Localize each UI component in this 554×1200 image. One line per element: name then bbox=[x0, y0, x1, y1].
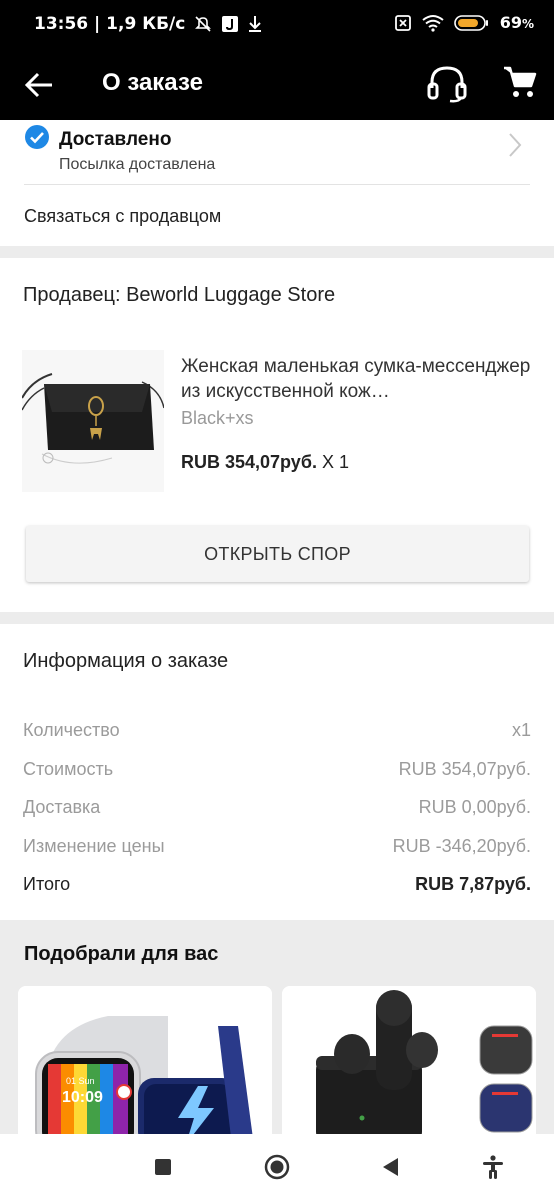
nav-back-icon[interactable] bbox=[378, 1154, 404, 1180]
earbuds-image bbox=[282, 986, 536, 1146]
product-image[interactable] bbox=[22, 350, 164, 492]
chevron-right-icon bbox=[509, 133, 522, 157]
check-circle-icon bbox=[25, 125, 49, 149]
status-bar-left: 13:56 | 1,9 КБ/с bbox=[34, 14, 263, 34]
order-status-row[interactable]: Доставлено Посылка доставлена bbox=[0, 120, 554, 184]
back-arrow-icon[interactable] bbox=[22, 68, 56, 102]
recommendations-title: Подобрали для вас bbox=[24, 943, 219, 965]
info-label: Количество bbox=[23, 720, 120, 740]
order-status-title: Доставлено bbox=[59, 129, 172, 150]
info-row-total: Итого RUB 7,87руб. bbox=[23, 874, 531, 898]
nav-recents-icon[interactable] bbox=[150, 1154, 176, 1180]
page-title: О заказе bbox=[102, 69, 203, 96]
smartwatch-image: 01 Sun 10:09 bbox=[18, 986, 272, 1146]
seller-name[interactable]: Продавец: Beworld Luggage Store bbox=[23, 284, 335, 307]
battery-icon bbox=[453, 14, 488, 31]
info-value: RUB 0,00руб. bbox=[418, 797, 531, 817]
order-info-title: Информация о заказе bbox=[23, 650, 229, 672]
info-label: Доставка bbox=[23, 797, 101, 817]
recommendation-card-smartwatch[interactable]: 01 Sun 10:09 bbox=[18, 986, 272, 1146]
status-bar: 13:56 | 1,9 КБ/с 69% bbox=[0, 0, 554, 50]
watch-date-text: 01 Sun bbox=[66, 1076, 95, 1086]
order-status-card: Доставлено Посылка доставлена Связаться … bbox=[0, 120, 554, 246]
recommendation-card-earbuds[interactable] bbox=[282, 986, 536, 1146]
info-row-cost: Стоимость RUB 354,07руб. bbox=[23, 759, 531, 783]
support-headset-icon[interactable] bbox=[426, 64, 468, 104]
system-navigation-bar bbox=[0, 1134, 554, 1200]
nav-home-icon[interactable] bbox=[264, 1154, 290, 1180]
battery-level: 69% bbox=[499, 13, 534, 32]
order-status-subtitle: Посылка доставлена bbox=[59, 156, 216, 173]
download-icon bbox=[249, 16, 262, 32]
open-dispute-button[interactable]: ОТКРЫТЬ СПОР bbox=[26, 526, 529, 582]
product-title[interactable]: Женская маленькая сумка-мессенджер из ис… bbox=[181, 354, 533, 404]
sim-off-icon bbox=[394, 14, 411, 31]
info-value: RUB 7,87руб. bbox=[415, 874, 531, 894]
app-bar: О заказе bbox=[0, 50, 554, 120]
product-price: RUB 354,07руб. bbox=[181, 452, 317, 472]
info-value: RUB 354,07руб. bbox=[398, 759, 531, 779]
app-notification-icon bbox=[222, 16, 239, 32]
wifi-icon bbox=[422, 14, 444, 32]
product-price-row: RUB 354,07руб. X 1 bbox=[181, 452, 349, 473]
info-row-shipping: Доставка RUB 0,00руб. bbox=[23, 797, 531, 821]
status-bar-right: 69% bbox=[394, 13, 534, 32]
info-label: Изменение цены bbox=[23, 836, 165, 856]
contact-seller-link[interactable]: Связаться с продавцом bbox=[24, 206, 221, 227]
order-info-card: Информация о заказе Количество x1 Стоимо… bbox=[0, 624, 554, 920]
product-variant: Black+xs bbox=[181, 408, 254, 428]
watch-time-text: 10:09 bbox=[62, 1089, 103, 1106]
product-quantity: X 1 bbox=[321, 452, 349, 472]
info-label: Итого bbox=[23, 874, 71, 894]
cart-icon[interactable] bbox=[502, 64, 538, 100]
recommendations-section: Подобрали для вас 01 Sun 10:09 bbox=[0, 920, 554, 1146]
alarm-off-icon bbox=[195, 16, 212, 32]
seller-product-card: Продавец: Beworld Luggage Store Женская … bbox=[0, 258, 554, 612]
info-row-price-change: Изменение цены RUB -346,20руб. bbox=[23, 836, 531, 860]
product-bag-illustration bbox=[22, 350, 164, 492]
info-label: Стоимость bbox=[23, 759, 114, 779]
info-value: RUB -346,20руб. bbox=[392, 836, 531, 856]
accessibility-icon[interactable] bbox=[480, 1154, 506, 1180]
info-row-quantity: Количество x1 bbox=[23, 720, 531, 744]
status-time-speed: 13:56 | 1,9 КБ/с bbox=[34, 14, 186, 34]
divider bbox=[24, 184, 530, 185]
info-value: x1 bbox=[511, 720, 531, 740]
